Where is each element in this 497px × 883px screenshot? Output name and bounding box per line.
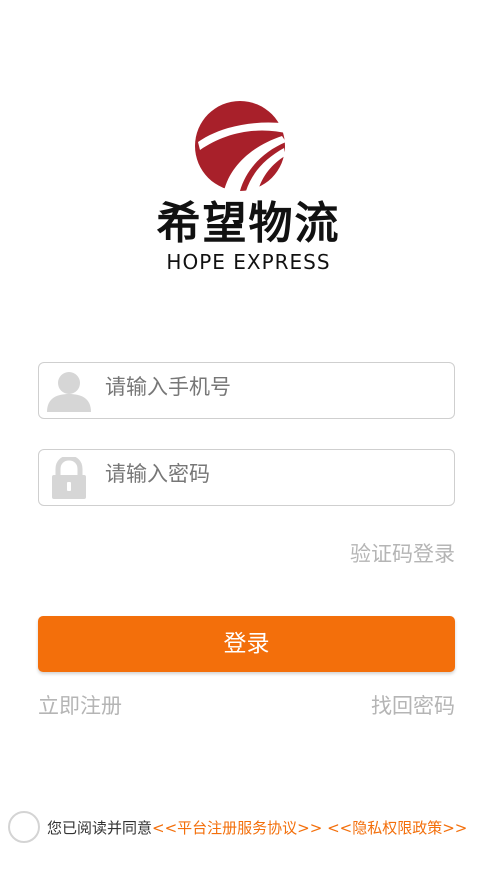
password-input[interactable]	[105, 454, 445, 494]
lock-icon	[52, 457, 86, 499]
brand-subtitle: HOPE EXPRESS	[166, 250, 331, 274]
password-field[interactable]	[38, 449, 455, 506]
agreement-text: 您已阅读并同意<<平台注册服务协议>> <<隐私权限政策>>	[47, 817, 493, 839]
forgot-password-link[interactable]: 找回密码	[371, 692, 455, 720]
hope-express-logo-icon	[194, 101, 302, 191]
user-icon	[47, 372, 91, 412]
brand-logo: 希望物流 HOPE EXPRESS	[0, 100, 497, 274]
sms-login-link[interactable]: 验证码登录	[350, 540, 455, 568]
agreement-checkbox[interactable]	[8, 811, 40, 843]
privacy-policy-link[interactable]: <<隐私权限政策>>	[327, 819, 467, 837]
login-button[interactable]: 登录	[38, 616, 455, 672]
phone-input[interactable]	[105, 367, 445, 407]
phone-field[interactable]	[38, 362, 455, 419]
service-agreement-link[interactable]: <<平台注册服务协议>>	[152, 819, 322, 837]
brand-name: 希望物流	[156, 198, 341, 249]
agreement-prefix: 您已阅读并同意	[47, 819, 153, 837]
register-link[interactable]: 立即注册	[38, 692, 122, 720]
